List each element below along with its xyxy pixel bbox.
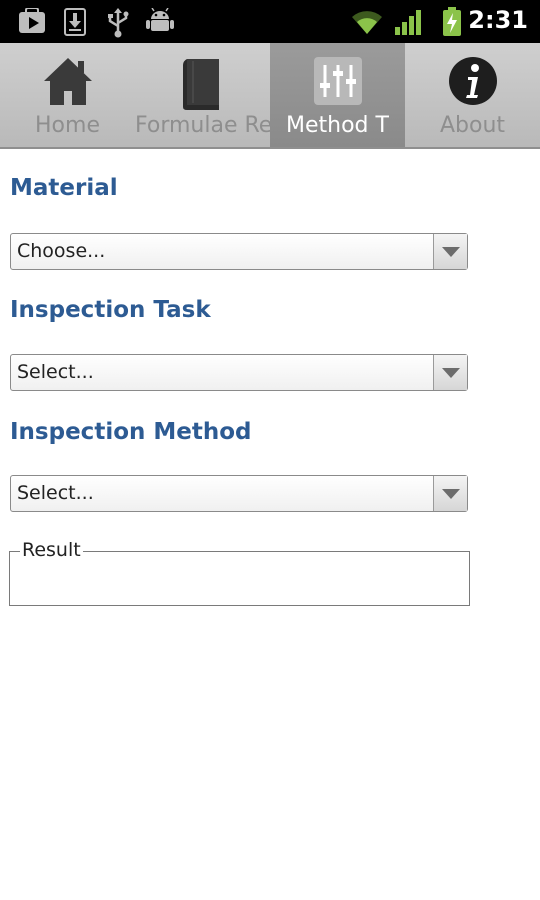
android-icon [146, 7, 174, 38]
tab-method[interactable]: Method T [270, 43, 405, 147]
download-icon [64, 8, 86, 40]
book-icon [135, 55, 270, 111]
clock: 2:31 [468, 6, 528, 34]
material-label: Material [10, 175, 118, 201]
signal-icon [395, 9, 425, 39]
result-box: Result [9, 539, 470, 606]
sliders-icon [270, 55, 405, 111]
chevron-down-icon[interactable] [433, 355, 467, 390]
chevron-down-icon[interactable] [433, 234, 467, 269]
chevron-down-icon[interactable] [433, 476, 467, 511]
inspection-method-select-value: Select... [17, 482, 94, 504]
tab-about[interactable]: About [405, 43, 540, 147]
inspection-task-select-value: Select... [17, 361, 94, 383]
inspection-method-label: Inspection Method [10, 419, 252, 445]
tab-home[interactable]: Home [0, 43, 135, 147]
tab-formulae[interactable]: Formulae Re [135, 43, 270, 147]
tab-about-label: About [439, 113, 506, 138]
tab-formulae-label: Formulae Re [135, 113, 270, 138]
tab-home-label: Home [35, 113, 100, 138]
tab-bar: Home Formulae Re Method T About [0, 43, 540, 149]
result-legend: Result [20, 539, 83, 561]
material-select[interactable]: Choose... [10, 233, 468, 270]
home-icon [0, 55, 135, 111]
inspection-task-label: Inspection Task [10, 297, 211, 323]
tab-method-label: Method T [286, 113, 389, 138]
battery-icon [442, 7, 462, 41]
play-store-icon [18, 7, 46, 38]
info-icon [405, 55, 540, 111]
material-select-value: Choose... [17, 240, 106, 262]
inspection-method-select[interactable]: Select... [10, 475, 468, 512]
wifi-icon [350, 9, 384, 39]
inspection-task-select[interactable]: Select... [10, 354, 468, 391]
usb-icon [106, 8, 130, 42]
status-bar: 2:31 [0, 0, 540, 43]
